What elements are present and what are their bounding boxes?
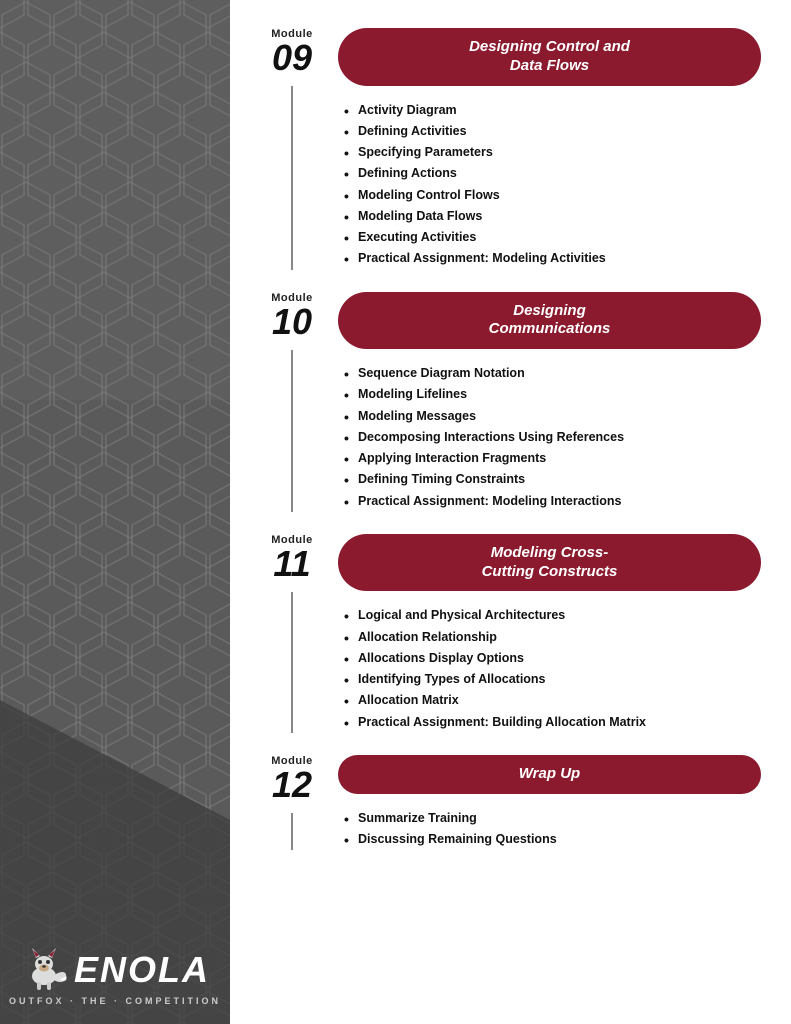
topic-list-10: Sequence Diagram NotationModeling Lifeli… (342, 363, 761, 512)
list-item: Practical Assignment: Modeling Activitie… (342, 248, 761, 269)
list-item: Practical Assignment: Building Allocatio… (342, 712, 761, 733)
module-right-09: Designing Control andData Flows Activity … (326, 28, 761, 270)
module-block-10: Module10 DesigningCommunications Sequence … (258, 292, 761, 512)
fox-icon (20, 946, 68, 994)
list-item: Specifying Parameters (342, 142, 761, 163)
list-item: Practical Assignment: Modeling Interacti… (342, 491, 761, 512)
vertical-line-11 (291, 592, 293, 733)
module-title-badge-12: Wrap Up (338, 755, 761, 794)
module-title-09: Designing Control andData Flows (358, 38, 741, 76)
module-title-badge-10: DesigningCommunications (338, 292, 761, 350)
topic-list-11: Logical and Physical ArchitecturesAlloca… (342, 605, 761, 733)
module-left-10: Module10 (258, 292, 326, 512)
vertical-line-09 (291, 86, 293, 270)
module-number-12: 12 (271, 767, 313, 803)
logo-text: ENOLA (74, 949, 210, 991)
module-title-10: DesigningCommunications (358, 302, 741, 340)
module-number-11: 11 (271, 546, 313, 582)
logo-area: ENOLA OUTFOX · THE · COMPETITION (9, 946, 221, 1006)
logo-row: ENOLA (20, 946, 210, 994)
module-right-10: DesigningCommunications Sequence Diagram … (326, 292, 761, 512)
list-item: Applying Interaction Fragments (342, 448, 761, 469)
list-item: Allocation Relationship (342, 627, 761, 648)
module-block-12: Module12 Wrap Up Summarize TrainingDiscuss… (258, 755, 761, 850)
list-item: Sequence Diagram Notation (342, 363, 761, 384)
module-number-09: 09 (271, 40, 313, 76)
main-content: Module09 Designing Control andData Flows A… (230, 0, 791, 1024)
list-item: Modeling Messages (342, 406, 761, 427)
module-title-11: Modeling Cross-Cutting Constructs (358, 544, 741, 582)
module-left-09: Module09 (258, 28, 326, 270)
list-item: Defining Activities (342, 121, 761, 142)
logo-tagline: OUTFOX · THE · COMPETITION (9, 996, 221, 1006)
list-item: Modeling Lifelines (342, 384, 761, 405)
module-title-12: Wrap Up (358, 765, 741, 784)
vertical-line-10 (291, 350, 293, 512)
list-item: Identifying Types of Allocations (342, 669, 761, 690)
topic-list-12: Summarize TrainingDiscussing Remaining Q… (342, 808, 761, 851)
list-item: Allocation Matrix (342, 690, 761, 711)
module-block-11: Module11Modeling Cross-Cutting Construct… (258, 534, 761, 733)
module-block-09: Module09 Designing Control andData Flows A… (258, 28, 761, 270)
list-item: Activity Diagram (342, 100, 761, 121)
module-right-12: Wrap Up Summarize TrainingDiscussing Rema… (326, 755, 761, 850)
list-item: Logical and Physical Architectures (342, 605, 761, 626)
list-item: Discussing Remaining Questions (342, 829, 761, 850)
list-item: Decomposing Interactions Using Reference… (342, 427, 761, 448)
module-number-10: 10 (271, 304, 313, 340)
list-item: Modeling Control Flows (342, 185, 761, 206)
module-left-11: Module11 (258, 534, 326, 733)
module-title-badge-11: Modeling Cross-Cutting Constructs (338, 534, 761, 592)
list-item: Modeling Data Flows (342, 206, 761, 227)
list-item: Summarize Training (342, 808, 761, 829)
sidebar: ENOLA OUTFOX · THE · COMPETITION (0, 0, 230, 1024)
module-title-badge-09: Designing Control andData Flows (338, 28, 761, 86)
topic-list-09: Activity DiagramDefining ActivitiesSpeci… (342, 100, 761, 270)
module-right-11: Modeling Cross-Cutting Constructs Logical… (326, 534, 761, 733)
module-left-12: Module12 (258, 755, 326, 850)
list-item: Executing Activities (342, 227, 761, 248)
vertical-line-12 (291, 813, 293, 850)
list-item: Defining Actions (342, 163, 761, 184)
list-item: Allocations Display Options (342, 648, 761, 669)
list-item: Defining Timing Constraints (342, 469, 761, 490)
